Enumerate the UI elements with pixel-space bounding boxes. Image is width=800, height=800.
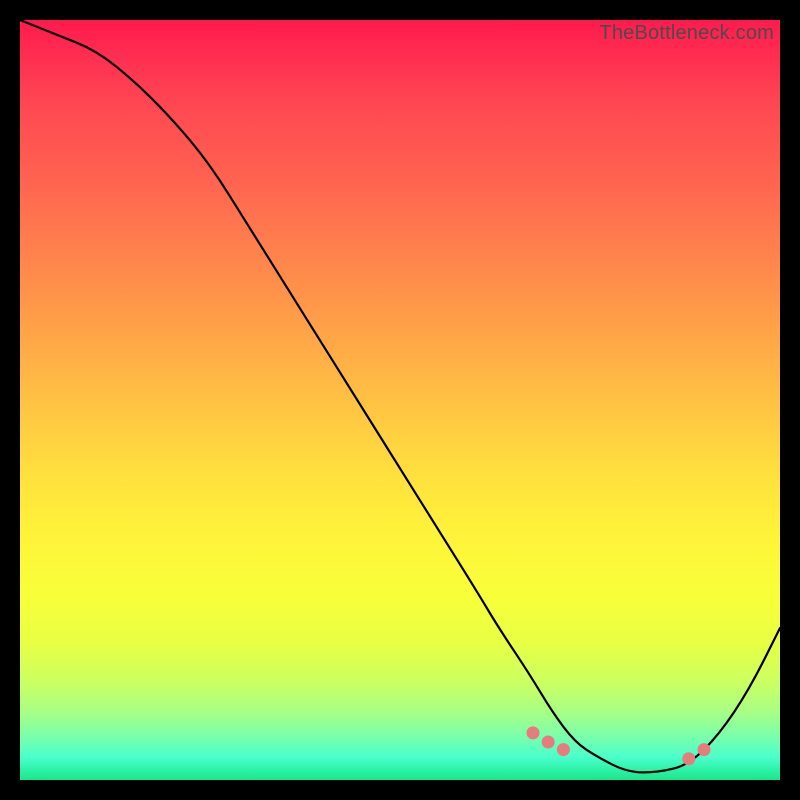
- optimum-markers: [527, 726, 711, 766]
- optimum-dot: [698, 743, 711, 756]
- optimum-dot: [542, 736, 555, 749]
- optimum-dot: [682, 752, 695, 765]
- watermark-text: TheBottleneck.com: [599, 22, 774, 45]
- chart-frame: TheBottleneck.com: [0, 0, 800, 800]
- optimum-range-pill: [582, 765, 673, 767]
- optimum-dot: [557, 743, 570, 756]
- bottleneck-curve-svg: [20, 20, 780, 780]
- plot-area: TheBottleneck.com: [20, 20, 780, 780]
- bottleneck-curve: [20, 20, 780, 772]
- optimum-dot: [527, 726, 540, 739]
